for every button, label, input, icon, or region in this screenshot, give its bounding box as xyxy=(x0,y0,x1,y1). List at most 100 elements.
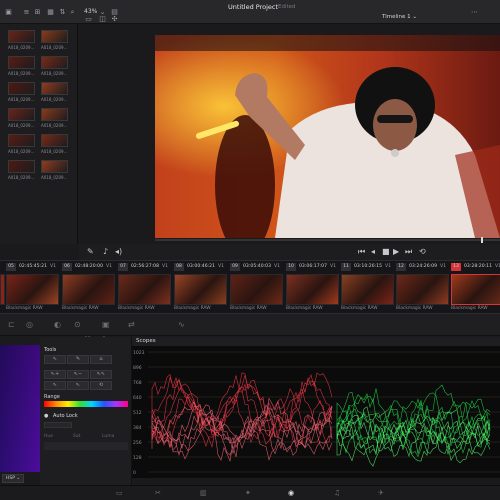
color-wheels-icon[interactable]: ◐ xyxy=(54,320,61,329)
fairlight-page-icon[interactable]: ♫ xyxy=(334,489,340,497)
media-clip-thumbnail[interactable] xyxy=(8,30,35,43)
clip-track: V1 xyxy=(50,264,57,269)
volume-icon[interactable]: ♪ xyxy=(103,247,108,256)
stop-icon[interactable]: ■ xyxy=(382,247,390,256)
color-match-icon[interactable]: ◎ xyxy=(26,320,33,329)
scope-scale-label: 0 xyxy=(133,470,136,476)
hue-sat-display[interactable] xyxy=(0,345,40,472)
clip-thumbnail[interactable] xyxy=(230,274,283,305)
media-clip-thumbnail[interactable] xyxy=(41,30,68,43)
clip-track: V1 xyxy=(106,264,113,269)
clip-codec-label: Blackmagic RAW xyxy=(118,306,155,311)
motion-effects-icon[interactable]: ⇄ xyxy=(128,320,135,329)
list-view-icon[interactable]: ≡ xyxy=(22,8,31,16)
deliver-page-icon[interactable]: ✈ xyxy=(378,489,384,497)
loop-icon[interactable]: ⟲ xyxy=(419,247,426,256)
pen-icon[interactable]: ✎ xyxy=(87,247,94,256)
clip-thumbnail-partial[interactable] xyxy=(0,274,5,305)
clip-codec-label: Blackmagic RAW xyxy=(230,306,267,311)
playhead[interactable] xyxy=(481,237,483,243)
picker-add-button[interactable]: ⇖+ xyxy=(44,370,66,379)
media-clip-thumbnail[interactable] xyxy=(8,160,35,173)
split-icon[interactable]: ◫ xyxy=(98,15,107,23)
play-icon[interactable]: ▶ xyxy=(393,247,399,256)
media-clip-label: A018_0209... xyxy=(8,149,35,154)
sort-icon[interactable]: ⇅ xyxy=(58,8,67,16)
cut-page-icon[interactable]: ✂ xyxy=(155,489,161,497)
reset-button[interactable]: ⟲ xyxy=(90,381,112,390)
more-options-icon[interactable]: ⋯ xyxy=(470,8,479,16)
feather-button[interactable]: ⌂ xyxy=(90,355,112,364)
clear-button[interactable]: ⇖ xyxy=(67,381,89,390)
hdr-icon[interactable]: ⊙ xyxy=(74,320,81,329)
clip-thumbnail[interactable] xyxy=(62,274,115,305)
edit-page-icon[interactable]: ▥ xyxy=(200,489,207,497)
feather-sub-button[interactable]: ⇖ xyxy=(44,381,66,390)
media-pool-icon[interactable]: ▣ xyxy=(4,8,13,16)
skip-end-icon[interactable]: ⏭ xyxy=(405,247,412,257)
audio-icon[interactable]: ◂) xyxy=(115,247,122,256)
clip-thumbnail[interactable] xyxy=(118,274,171,305)
search-icon[interactable]: ⌕ xyxy=(68,8,77,16)
play-reverse-icon[interactable]: ◂ xyxy=(371,247,375,256)
field-hue-label: Hue xyxy=(44,434,54,439)
color-page-icon[interactable]: ◉ xyxy=(288,489,294,497)
picker-subtract-button[interactable]: ⇖− xyxy=(67,370,89,379)
media-clip-thumbnail[interactable] xyxy=(8,134,35,147)
clip-strip: 05 02:45:45:21 V1 06 02:48:20:00 V1 Blackmagic… xyxy=(0,260,500,314)
color-toolbar: ⊏ ◎ ◐ ⊙ ▣ ⇄ ∿ xyxy=(0,314,500,336)
zoom-level[interactable]: 43% xyxy=(84,8,97,15)
top-bar: ▣ ≡ ⊞ ▦ ⇅ ⌕ 43% ⌄ ▤ Untitled Project Edi… xyxy=(0,0,500,24)
media-clip-label: A018_0209... xyxy=(41,97,68,102)
autolock-field[interactable] xyxy=(44,422,72,428)
thumbnail-view-icon[interactable]: ▦ xyxy=(46,8,55,16)
clip-timecode: 03:05:40:03 xyxy=(243,264,272,269)
viewer-mode-icon[interactable]: ▭ xyxy=(84,15,93,23)
hue-range-bar[interactable] xyxy=(44,401,128,407)
fusion-page-icon[interactable]: ✦ xyxy=(245,489,251,497)
media-clip-thumbnail[interactable] xyxy=(41,160,68,173)
eyedropper-button[interactable]: ✎ xyxy=(67,355,89,364)
auto-lock-dot[interactable]: ● xyxy=(44,413,48,419)
clip-thumbnail[interactable] xyxy=(286,274,339,305)
rgb-mixer-icon[interactable]: ▣ xyxy=(102,320,110,329)
timeline-selector[interactable]: Timeline 1 ⌄ xyxy=(382,14,417,20)
wipe-icon[interactable]: ✣ xyxy=(110,15,119,23)
qualifier-fields[interactable] xyxy=(44,442,128,450)
grid-view-icon[interactable]: ⊞ xyxy=(33,8,42,16)
feather-add-button[interactable]: ⇖⇖ xyxy=(90,370,112,379)
clip-thumbnail[interactable] xyxy=(451,274,500,305)
viewer-scrub-bar[interactable] xyxy=(155,237,500,243)
mode-selector[interactable]: HSP ⌄ xyxy=(2,474,25,483)
media-clip-thumbnail[interactable] xyxy=(41,82,68,95)
media-clip-thumbnail[interactable] xyxy=(41,108,68,121)
clip-timecode: 02:56:27:08 xyxy=(131,264,160,269)
media-clip-thumbnail[interactable] xyxy=(8,56,35,69)
media-clip-thumbnail[interactable] xyxy=(41,134,68,147)
clip-codec-label: Blackmagic RAW xyxy=(396,306,433,311)
clip-thumbnail[interactable] xyxy=(6,274,59,305)
clip-thumbnail[interactable] xyxy=(341,274,394,305)
clip-timecode: 03:06:17:07 xyxy=(299,264,328,269)
media-clip-label: A018_0209... xyxy=(8,123,35,128)
scope-waveform: 1023 896 768 640 512 384 256 128 0 xyxy=(133,350,500,476)
media-clip-label: A018_0209... xyxy=(41,175,68,180)
media-clip-thumbnail[interactable] xyxy=(41,56,68,69)
clip-number: 11 xyxy=(341,263,351,271)
media-clip-thumbnail[interactable] xyxy=(8,82,35,95)
media-clip-thumbnail[interactable] xyxy=(8,108,35,121)
camera-raw-icon[interactable]: ⊏ xyxy=(8,320,15,329)
scope-scale-label: 768 xyxy=(133,380,142,386)
skip-start-icon[interactable]: ⏮ xyxy=(358,247,365,257)
clip-thumbnail[interactable] xyxy=(396,274,449,305)
range-label: Range xyxy=(44,394,60,400)
clip-thumbnail[interactable] xyxy=(174,274,227,305)
scope-trace xyxy=(151,397,333,462)
clip-timecode: 02:45:45:21 xyxy=(19,264,48,269)
media-page-icon[interactable]: ▭ xyxy=(116,489,123,497)
clip-track: V1 xyxy=(385,264,392,269)
clip-track: V1 xyxy=(274,264,281,269)
clip-track: V1 xyxy=(330,264,337,269)
curves-icon[interactable]: ∿ xyxy=(178,320,185,329)
picker-button[interactable]: ⇖ xyxy=(44,355,66,364)
